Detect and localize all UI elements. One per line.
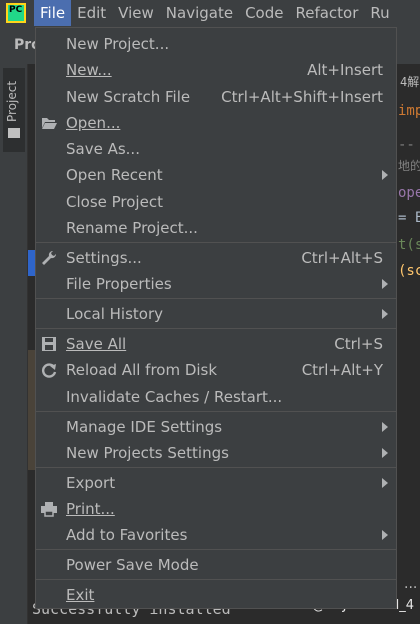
project-tab-label: Project bbox=[5, 80, 19, 122]
menu-separator bbox=[36, 298, 396, 299]
menu-item-export[interactable]: Export bbox=[36, 470, 396, 496]
menu-refactor[interactable]: Refactor bbox=[289, 0, 364, 26]
submenu-arrow-icon bbox=[382, 309, 388, 319]
menu-item-new-project[interactable]: New Project... bbox=[36, 31, 396, 57]
shortcut-new-scratch: Ctrl+Alt+Shift+Insert bbox=[221, 88, 383, 106]
menu-view[interactable]: View bbox=[112, 0, 160, 26]
code-open-fragment: ope bbox=[398, 185, 420, 201]
menu-separator bbox=[36, 549, 396, 550]
menu-item-reload-all-from-disk[interactable]: Reload All from Disk Ctrl+Alt+Y bbox=[36, 357, 396, 383]
submenu-arrow-icon bbox=[382, 279, 388, 289]
menu-run[interactable]: Ru bbox=[364, 0, 395, 26]
menu-separator bbox=[36, 242, 396, 243]
menu-item-add-to-favorites[interactable]: Add to Favorites bbox=[36, 522, 396, 548]
menu-item-save-as[interactable]: Save As... bbox=[36, 136, 396, 162]
shortcut-new: Alt+Insert bbox=[307, 61, 383, 79]
code-call-fragment: t(s bbox=[398, 237, 420, 253]
console-more-indicator: ... bbox=[404, 576, 418, 592]
menu-file[interactable]: File bbox=[34, 0, 72, 26]
menu-item-settings[interactable]: Settings... Ctrl+Alt+S bbox=[36, 245, 396, 271]
file-menu-dropdown: New Project... New... Alt+Insert New Scr… bbox=[35, 27, 397, 609]
menu-edit[interactable]: Edit bbox=[71, 0, 112, 26]
menu-item-open-recent[interactable]: Open Recent bbox=[36, 162, 396, 188]
submenu-arrow-icon bbox=[382, 478, 388, 488]
menu-navigate[interactable]: Navigate bbox=[160, 0, 239, 26]
project-tool-window-tab[interactable]: Project bbox=[3, 68, 25, 152]
folder-open-icon bbox=[42, 118, 57, 129]
menu-item-new-scratch-file[interactable]: New Scratch File Ctrl+Alt+Shift+Insert bbox=[36, 84, 396, 110]
menu-item-invalidate-caches[interactable]: Invalidate Caches / Restart... bbox=[36, 384, 396, 410]
menu-item-exit[interactable]: Exit bbox=[36, 582, 396, 608]
menu-separator bbox=[36, 467, 396, 468]
menu-item-local-history[interactable]: Local History bbox=[36, 301, 396, 327]
editor-tab-fragment: 4解 bbox=[400, 75, 420, 89]
menu-item-close-project[interactable]: Close Project bbox=[36, 189, 396, 215]
folder-icon bbox=[8, 128, 20, 138]
code-comment-cn-fragment: 地的 bbox=[398, 159, 420, 173]
menu-item-rename-project[interactable]: Rename Project... bbox=[36, 215, 396, 241]
menu-item-manage-ide-settings[interactable]: Manage IDE Settings bbox=[36, 414, 396, 440]
shortcut-save-all: Ctrl+S bbox=[334, 335, 383, 353]
menu-separator bbox=[36, 411, 396, 412]
shortcut-settings: Ctrl+Alt+S bbox=[301, 249, 383, 267]
refresh-icon bbox=[42, 363, 57, 378]
menu-item-print[interactable]: Print... bbox=[36, 496, 396, 522]
menu-separator bbox=[36, 579, 396, 580]
wrench-icon bbox=[42, 250, 57, 265]
pycharm-logo-icon: PC bbox=[6, 3, 26, 23]
menu-item-file-properties[interactable]: File Properties bbox=[36, 271, 396, 297]
submenu-arrow-icon bbox=[382, 422, 388, 432]
code-paren-fragment: (sc bbox=[398, 263, 420, 279]
menu-item-open[interactable]: Open... bbox=[36, 110, 396, 136]
submenu-arrow-icon bbox=[382, 170, 388, 180]
menu-item-new[interactable]: New... Alt+Insert bbox=[36, 57, 396, 83]
code-comment-fragment: -- bbox=[398, 137, 415, 153]
menu-separator bbox=[36, 328, 396, 329]
submenu-arrow-icon bbox=[382, 530, 388, 540]
shortcut-reload: Ctrl+Alt+Y bbox=[301, 361, 383, 379]
menu-item-power-save-mode[interactable]: Power Save Mode bbox=[36, 552, 396, 578]
floppy-disk-icon bbox=[42, 337, 56, 351]
submenu-arrow-icon bbox=[382, 448, 388, 458]
code-assign-fragment: = E bbox=[398, 210, 420, 226]
menu-code[interactable]: Code bbox=[239, 0, 289, 26]
code-keyword-fragment: imp bbox=[398, 103, 420, 119]
editor-code-fragment: 4解 imp -- 地的 ope = E t(s (sc bbox=[398, 65, 420, 575]
printer-icon bbox=[41, 502, 57, 517]
menu-item-new-projects-settings[interactable]: New Projects Settings bbox=[36, 440, 396, 466]
menu-item-save-all[interactable]: Save All Ctrl+S bbox=[36, 331, 396, 357]
menu-bar: PC File Edit View Navigate Code Refactor… bbox=[0, 0, 420, 26]
